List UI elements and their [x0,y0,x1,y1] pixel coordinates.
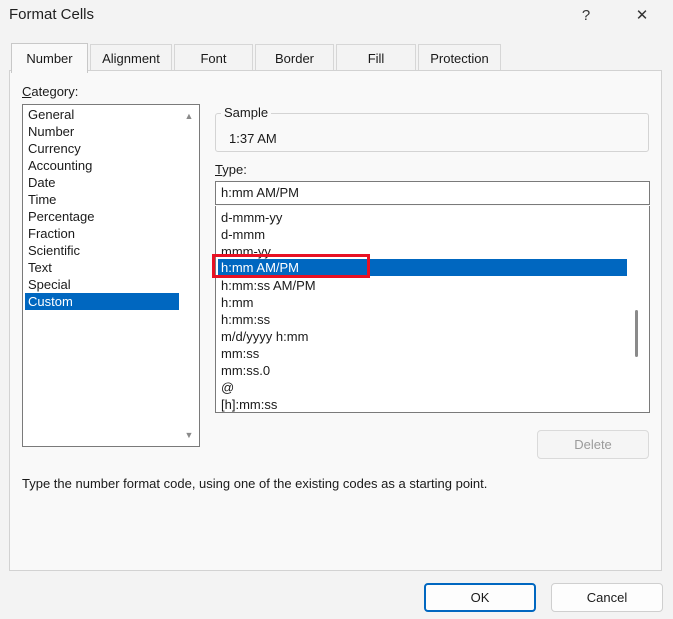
type-listbox[interactable]: d-mmm-yy d-mmm mmm-yy h:mm AM/PM h:mm:ss… [215,206,650,413]
tab-protection[interactable]: Protection [418,44,501,72]
category-item-scientific[interactable]: Scientific [25,242,177,259]
close-icon: ✕ [635,7,649,24]
description-text: Type the number format code, using one o… [22,476,488,491]
category-item-accounting[interactable]: Accounting [25,157,177,174]
type-item-selected[interactable]: h:mm AM/PM [218,259,627,276]
tab-border[interactable]: Border [255,44,334,72]
delete-button[interactable]: Delete [537,430,649,459]
tab-font[interactable]: Font [174,44,253,72]
ok-button[interactable]: OK [424,583,536,612]
category-item-date[interactable]: Date [25,174,177,191]
dialog-title: Format Cells [9,6,95,23]
type-item[interactable]: mm:ss.0 [218,362,627,379]
category-item-special[interactable]: Special [25,276,177,293]
category-item-number[interactable]: Number [25,123,177,140]
category-item-general[interactable]: General [25,106,177,123]
category-item-time[interactable]: Time [25,191,177,208]
category-item-text[interactable]: Text [25,259,177,276]
type-item[interactable]: h:mm [218,294,627,311]
type-item[interactable]: d-mmm-yy [218,209,627,226]
help-icon: ? [581,6,591,24]
type-item[interactable]: [h]:mm:ss [218,396,627,412]
type-item[interactable]: h:mm:ss AM/PM [218,277,627,294]
type-label: Type: [215,162,247,177]
type-item[interactable]: h:mm:ss [218,311,627,328]
category-listbox[interactable]: General Number Currency Accounting Date … [22,104,200,447]
type-list-scrollbar-thumb[interactable] [635,310,638,357]
tab-strip: Number Alignment Font Border Fill Protec… [9,43,664,73]
category-item-custom[interactable]: Custom [25,293,179,310]
title-bar: Format Cells ? ✕ [0,0,673,32]
category-item-currency[interactable]: Currency [25,140,177,157]
type-item[interactable]: m/d/yyyy h:mm [218,328,627,345]
cancel-button[interactable]: Cancel [551,583,663,612]
close-button[interactable]: ✕ [619,0,665,30]
category-label: Category: [22,84,79,99]
sample-label: Sample [221,105,272,120]
type-item[interactable]: mmm-yy [218,243,627,260]
tab-alignment[interactable]: Alignment [90,44,172,72]
type-item[interactable]: d-mmm [218,226,627,243]
type-input[interactable]: h:mm AM/PM [215,181,650,205]
help-button[interactable]: ? [563,0,609,30]
sample-value: 1:37 AM [229,131,277,146]
category-scroll-down-icon[interactable]: ▼ [181,428,197,442]
category-item-fraction[interactable]: Fraction [25,225,177,242]
sample-group [215,113,649,152]
type-item[interactable]: @ [218,379,627,396]
category-item-percentage[interactable]: Percentage [25,208,177,225]
tab-number[interactable]: Number [11,43,88,73]
tab-fill[interactable]: Fill [336,44,416,72]
type-item[interactable]: mm:ss [218,345,627,362]
category-scroll-up-icon[interactable]: ▲ [181,109,197,123]
